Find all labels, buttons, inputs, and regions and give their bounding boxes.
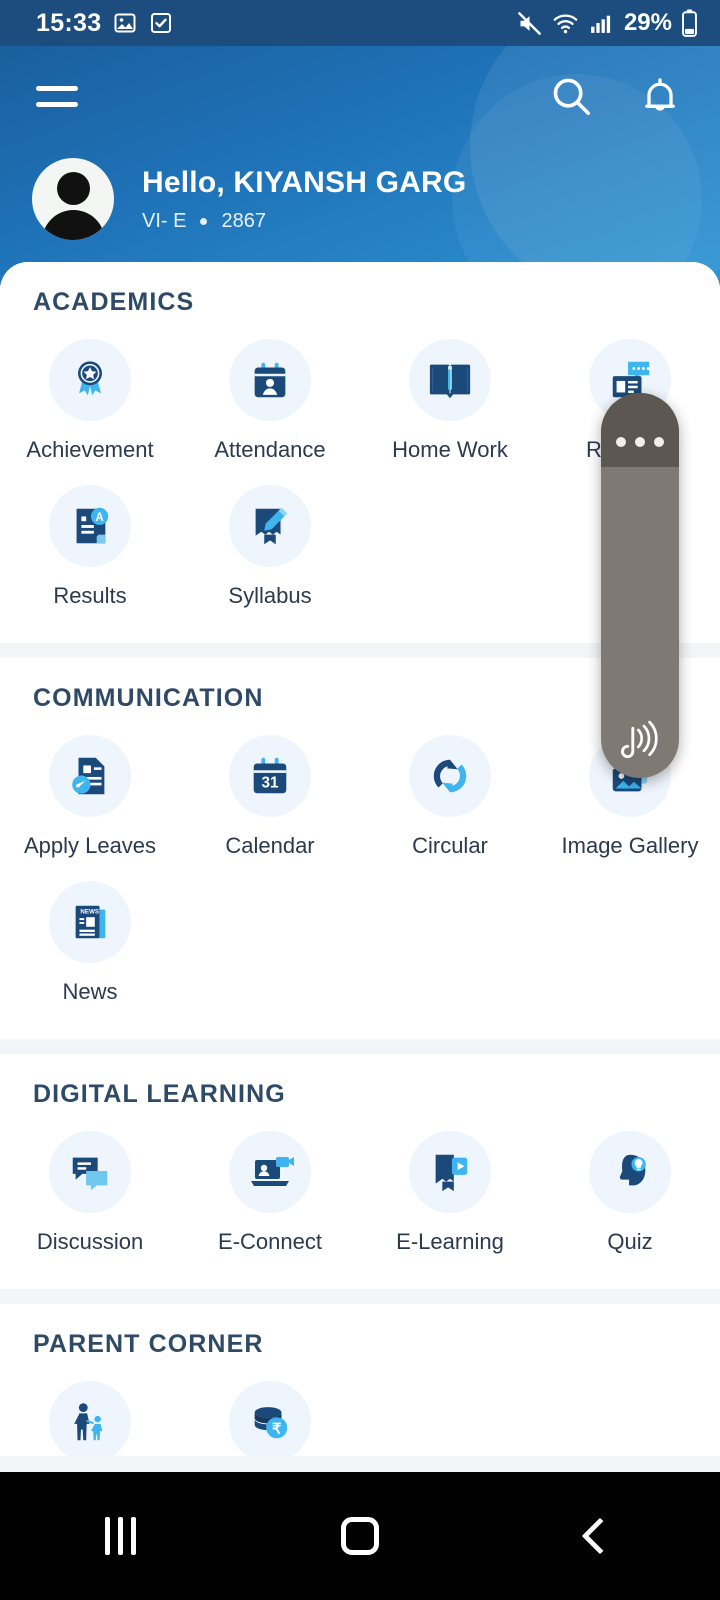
- status-bar-left: 15:33: [36, 9, 173, 38]
- section-title-parent-corner: PARENT CORNER: [33, 1330, 264, 1358]
- news-tag-text: NEWS: [80, 908, 99, 915]
- tile-news[interactable]: NEWS News: [0, 873, 180, 1019]
- status-bar-right: 29%: [516, 9, 698, 37]
- tile-calendar[interactable]: 31 Calendar: [180, 727, 360, 873]
- tile-attendance[interactable]: Attendance: [180, 331, 360, 477]
- bottom-spacer: [0, 1456, 720, 1472]
- music-note-sound-icon[interactable]: [601, 712, 679, 766]
- checkbox-icon: [151, 13, 172, 33]
- tile-label: Apply Leaves: [23, 833, 157, 858]
- calendar-person-icon: [229, 339, 311, 421]
- header-toolbar: [0, 46, 720, 146]
- tile-e-learning[interactable]: E-Learning: [360, 1123, 540, 1269]
- signal-icon: [591, 15, 611, 33]
- calendar-day-number: 31: [261, 775, 279, 792]
- syllabus-pencil-icon: [229, 485, 311, 567]
- tile-results[interactable]: A Results: [0, 477, 180, 623]
- search-icon[interactable]: [548, 73, 594, 119]
- bell-icon[interactable]: [638, 74, 682, 118]
- tile-label: Calendar: [225, 833, 315, 858]
- tile-circular[interactable]: Circular: [360, 727, 540, 873]
- greeting-text: Hello, KIYANSH GARG: [142, 165, 467, 199]
- laptop-video-icon: [229, 1131, 311, 1213]
- student-class: VI- E: [142, 209, 187, 232]
- floating-overlay-widget[interactable]: [601, 393, 679, 778]
- tile-label: Discussion: [36, 1229, 144, 1254]
- result-grade-icon: A: [49, 485, 131, 567]
- tile-syllabus[interactable]: Syllabus: [180, 477, 360, 623]
- parent-child-icon: [49, 1381, 131, 1463]
- wifi-icon: [553, 13, 578, 33]
- profile-block[interactable]: Hello, KIYANSH GARG VI- E 2867: [0, 146, 720, 240]
- avatar[interactable]: [32, 158, 114, 240]
- section-title-academics: ACADEMICS: [33, 288, 195, 316]
- status-time: 15:33: [36, 8, 102, 37]
- tile-label: Home Work: [392, 437, 508, 462]
- header-actions: [548, 73, 682, 119]
- circular-arrows-icon: [409, 735, 491, 817]
- tile-label: News: [62, 979, 118, 1004]
- tile-home-work[interactable]: Home Work: [360, 331, 540, 477]
- head-bulb-icon: [589, 1131, 671, 1213]
- svg-text:A: A: [95, 512, 103, 524]
- profile-meta: VI- E 2867: [142, 210, 466, 233]
- rupee-coins-icon: ₹: [229, 1381, 311, 1463]
- section-divider: [0, 1289, 720, 1304]
- svg-text:₹: ₹: [272, 1422, 281, 1438]
- section-divider: [0, 1039, 720, 1054]
- book-play-icon: [409, 1131, 491, 1213]
- tile-label: Quiz: [607, 1229, 653, 1254]
- image-icon: [114, 13, 136, 33]
- tile-apply-leaves[interactable]: Apply Leaves: [0, 727, 180, 873]
- tile-label: Syllabus: [228, 583, 312, 608]
- tile-label: Image Gallery: [561, 833, 699, 858]
- battery-percent: 29%: [623, 9, 672, 36]
- tile-achievement[interactable]: Achievement: [0, 331, 180, 477]
- app-screen: 15:33 29% Hello, KIYANSH GARG VI- E 2867…: [0, 0, 720, 1600]
- android-nav-bar: [0, 1472, 720, 1600]
- student-roll-number: 2867: [221, 209, 266, 232]
- leave-form-icon: [49, 735, 131, 817]
- separator-dot: [200, 217, 208, 225]
- tile-quiz[interactable]: Quiz: [540, 1123, 720, 1269]
- grid-digital-learning: Discussion E-Connect E-Learning Quiz: [0, 1123, 720, 1269]
- section-title-digital-learning: DIGITAL LEARNING: [33, 1080, 286, 1108]
- tile-discussion[interactable]: Discussion: [0, 1123, 180, 1269]
- grid-communication: Apply Leaves 31 Calendar Circular Image …: [0, 727, 720, 1019]
- tile-label: Achievement: [26, 437, 154, 462]
- tile-label: Circular: [412, 833, 488, 858]
- hamburger-menu-icon[interactable]: [36, 79, 82, 113]
- back-icon[interactable]: [540, 1496, 660, 1576]
- profile-text: Hello, KIYANSH GARG VI- E 2867: [142, 166, 466, 233]
- tile-label: E-Learning: [396, 1229, 504, 1254]
- home-icon[interactable]: [300, 1496, 420, 1576]
- chat-bubbles-icon: [49, 1131, 131, 1213]
- tile-e-connect[interactable]: E-Connect: [180, 1123, 360, 1269]
- section-digital-learning: DIGITAL LEARNING Discussion E-Connect E-…: [0, 1054, 720, 1289]
- newspaper-icon: NEWS: [49, 881, 131, 963]
- three-dots-icon[interactable]: [601, 393, 679, 467]
- status-bar: 15:33 29%: [0, 0, 720, 46]
- tile-label: E-Connect: [218, 1229, 322, 1254]
- tile-label: Attendance: [214, 437, 326, 462]
- tile-label: Results: [53, 583, 127, 608]
- medal-icon: [49, 339, 131, 421]
- mute-icon: [518, 11, 541, 35]
- app-header: Hello, KIYANSH GARG VI- E 2867: [0, 46, 720, 286]
- calendar-31-icon: 31: [229, 735, 311, 817]
- section-parent-corner: PARENT CORNER Attender: [0, 1304, 720, 1472]
- recents-icon[interactable]: [60, 1496, 180, 1576]
- book-pencil-icon: [409, 339, 491, 421]
- battery-icon: [682, 9, 697, 37]
